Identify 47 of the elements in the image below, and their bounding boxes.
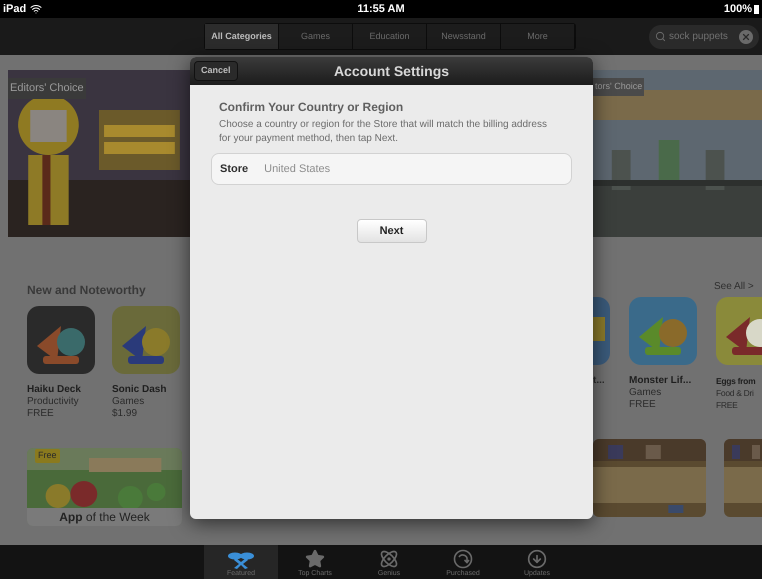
app-name: t... — [593, 375, 606, 387]
search-icon — [655, 31, 666, 42]
next-button[interactable]: Next — [356, 219, 426, 243]
app-category: Games — [112, 396, 146, 408]
category-segment[interactable]: More — [501, 24, 575, 49]
section-title: New and Noteworthy — [27, 282, 147, 299]
see-all-link[interactable]: See All > — [714, 278, 754, 294]
store-field[interactable]: Store United States — [211, 153, 572, 185]
app-name: Eggs from — [716, 375, 756, 387]
category-segment[interactable]: Games — [279, 24, 353, 49]
editors-choice-label: Editors' Choice — [8, 78, 86, 98]
modal-description: Choose a country or region for the Store that will match the billing address for your payment method, then tap Next. — [219, 118, 548, 146]
atom-icon — [379, 549, 399, 569]
featured-banner[interactable]: Editors' Choice — [8, 70, 190, 237]
app-price: FREE — [629, 399, 657, 411]
category-segment[interactable]: Newsstand — [427, 24, 501, 49]
search-field[interactable]: sock puppets — [649, 24, 759, 48]
app-of-week-card[interactable]: Free App of the Week — [27, 448, 182, 526]
free-badge: Free — [35, 449, 60, 462]
app-category: Food & Dri — [716, 387, 755, 399]
modal-title: Account Settings — [334, 62, 450, 81]
app-price: FREE — [716, 399, 738, 411]
clock: 11:55 AM — [357, 2, 405, 17]
app-name: Sonic Dash — [112, 384, 168, 396]
app-name: Monster Lif... — [629, 375, 692, 387]
category-segment[interactable]: Education — [353, 24, 427, 49]
category-segment[interactable]: All Categories — [205, 24, 279, 49]
app-price: FREE — [27, 408, 55, 420]
field-label: Store — [220, 162, 248, 177]
app-name: Haiku Deck — [27, 384, 82, 396]
device-name: iPad — [3, 2, 26, 17]
app-price: $1.99 — [112, 408, 138, 420]
cross-icon — [227, 551, 255, 569]
clear-icon[interactable] — [739, 30, 753, 44]
featured-banner[interactable]: tors' Choice — [593, 70, 762, 237]
modal-heading: Confirm Your Country or Region — [219, 99, 404, 116]
app-category: Games — [629, 387, 662, 399]
download-icon — [527, 549, 547, 569]
app-of-week-caption: App of the Week — [27, 508, 182, 526]
app-category: Productivity — [27, 396, 80, 408]
cancel-button[interactable]: Cancel — [194, 61, 238, 81]
battery-icon — [754, 4, 759, 14]
editors-choice-label: tors' Choice — [593, 78, 644, 96]
star-icon — [305, 549, 325, 569]
field-value: United States — [264, 162, 330, 177]
battery-percent: 100% — [724, 2, 752, 17]
search-text: sock puppets — [669, 30, 728, 44]
